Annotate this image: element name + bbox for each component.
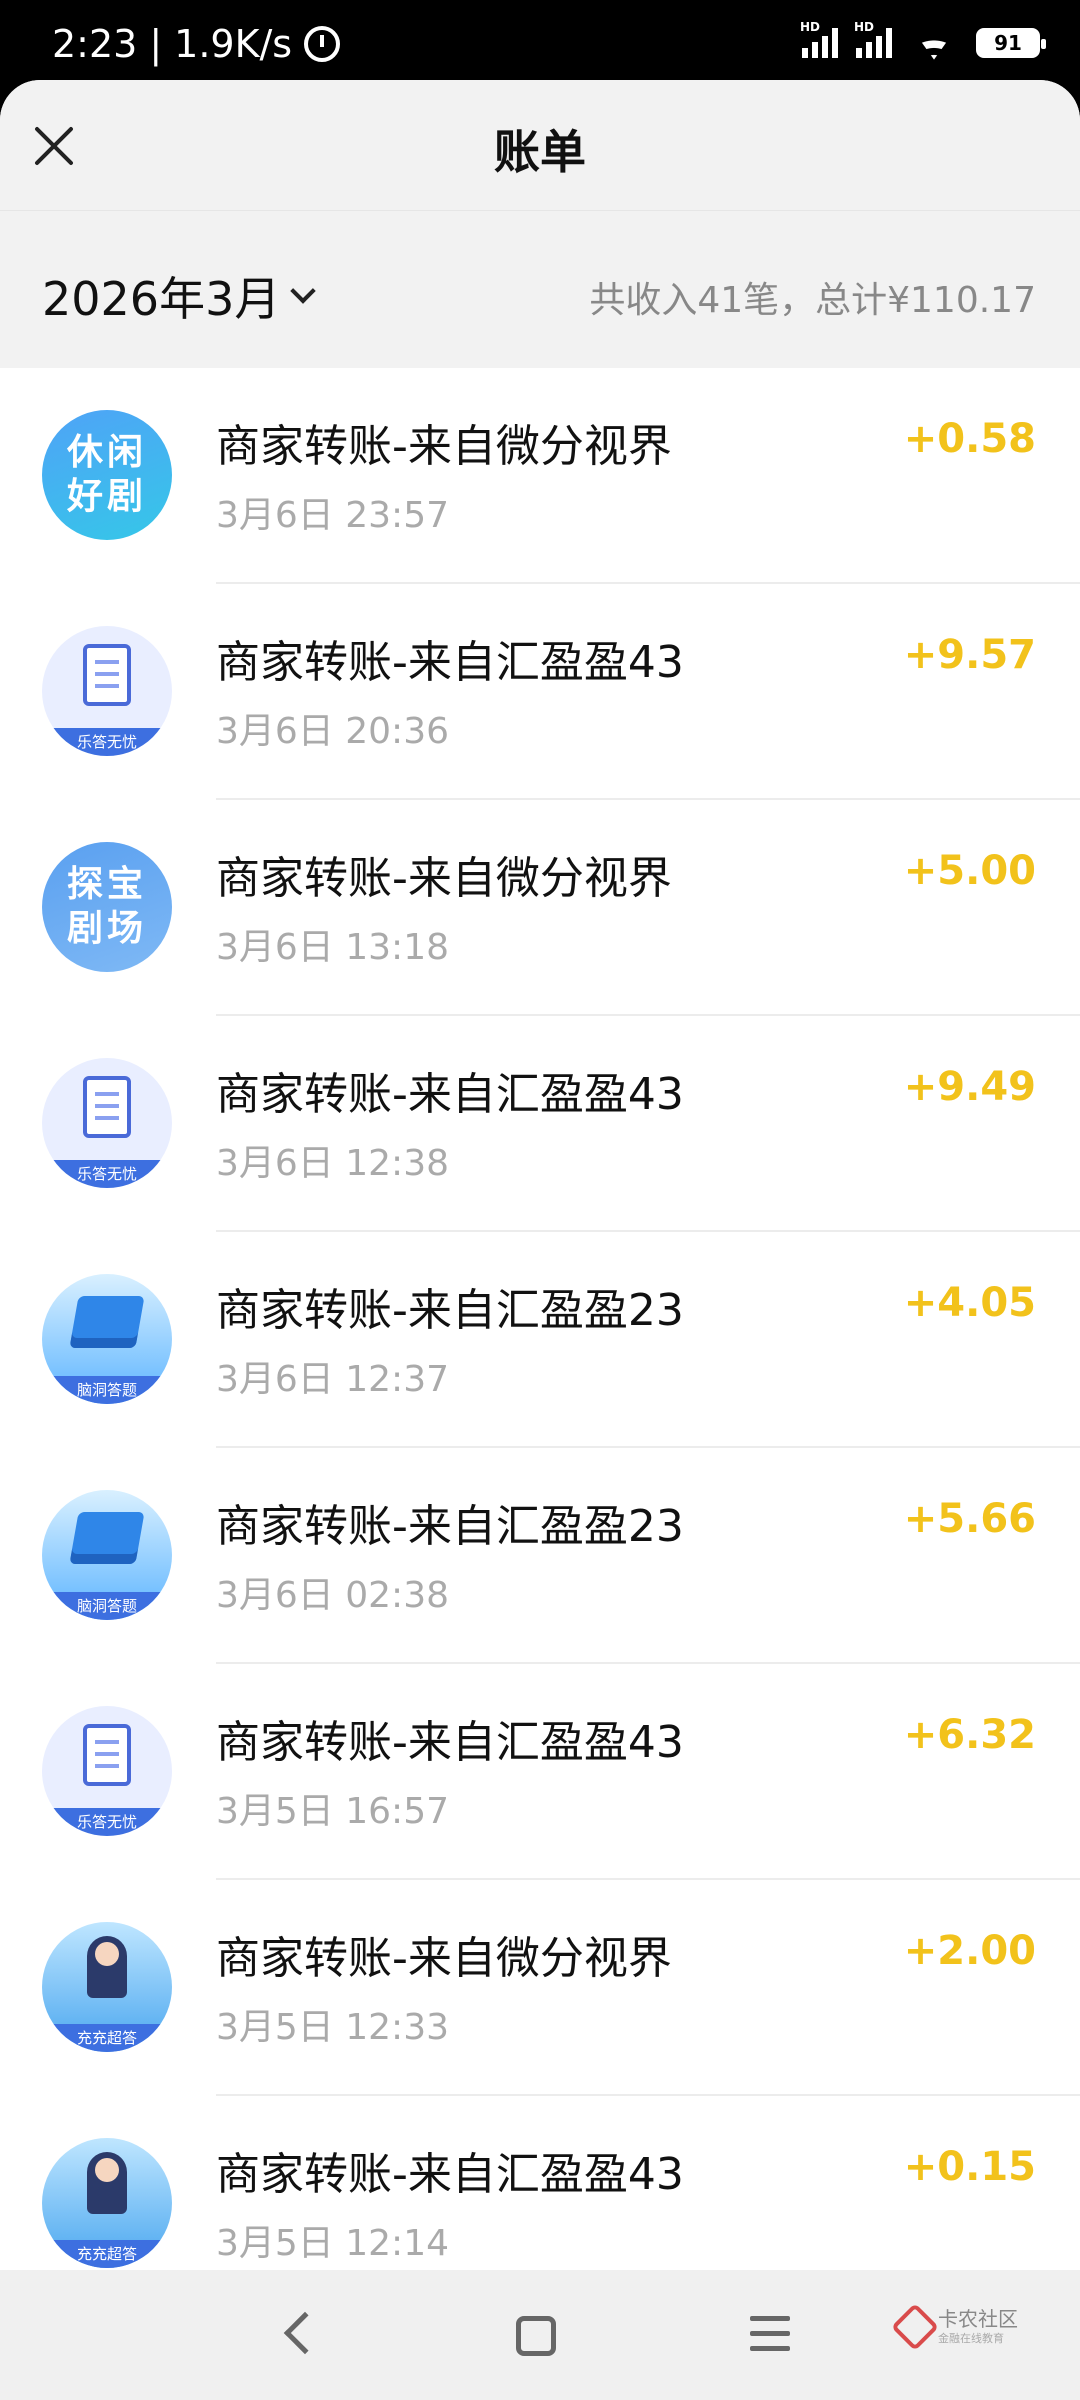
avatar-label: 乐答无忧 — [42, 728, 172, 756]
transaction-title: 商家转账-来自微分视界 — [216, 421, 672, 472]
income-total: 共收入41笔，总计¥110.17 — [589, 280, 1036, 321]
avatar-label: 脑洞答题 — [42, 1376, 172, 1404]
avatar-label: 乐答无忧 — [42, 1808, 172, 1836]
avatar: 乐答无忧 — [42, 1706, 172, 1836]
transaction-amount: +0.58 — [903, 416, 1036, 462]
girl-figure-icon — [87, 1936, 127, 1998]
transaction-time: 3月5日 12:33 — [216, 2007, 449, 2048]
month-summary: 2026年3月 共收入41笔，总计¥110.17 — [0, 210, 1080, 368]
menu-icon[interactable] — [750, 2316, 790, 2356]
status-left: 2:23 | 1.9K/s — [52, 22, 341, 66]
avatar: 脑洞答题 — [42, 1490, 172, 1620]
transaction-title: 商家转账-来自汇盈盈23 — [216, 1501, 684, 1552]
transaction-row[interactable]: 探宝剧场 商家转账-来自微分视界 3月6日 13:18 +5.00 — [0, 800, 1080, 1016]
avatar-text: 休闲好剧 — [66, 432, 147, 517]
battery-icon: 91 — [976, 28, 1046, 58]
transaction-time: 3月6日 12:37 — [216, 1359, 449, 1400]
transaction-time: 3月6日 02:38 — [216, 1575, 449, 1616]
alarm-icon — [304, 26, 341, 62]
avatar-label: 充充超答 — [42, 2024, 172, 2052]
hd-label-2: HD — [854, 20, 875, 34]
signal-icon-1: HD — [800, 20, 838, 58]
signal-icon-2: HD — [854, 20, 892, 58]
avatar: 乐答无忧 — [42, 1058, 172, 1188]
avatar: 乐答无忧 — [42, 626, 172, 756]
wifi-icon — [910, 26, 958, 60]
clipboard-icon — [83, 1076, 131, 1138]
transaction-row[interactable]: 充充超答 商家转账-来自汇盈盈43 3月5日 12:14 +0.15 — [0, 2096, 1080, 2270]
status-bar: 2:23 | 1.9K/s HD HD 91 — [0, 0, 1080, 80]
transaction-row[interactable]: 充充超答 商家转账-来自微分视界 3月5日 12:33 +2.00 — [0, 1880, 1080, 2096]
transaction-amount: +4.05 — [903, 1280, 1036, 1326]
avatar: 充充超答 — [42, 2138, 172, 2268]
transaction-title: 商家转账-来自微分视界 — [216, 853, 672, 904]
transaction-row[interactable]: 休闲好剧 商家转账-来自微分视界 3月6日 23:57 +0.58 — [0, 368, 1080, 584]
transaction-title: 商家转账-来自汇盈盈43 — [216, 2149, 684, 2200]
watermark-logo-icon — [890, 2302, 940, 2352]
watermark-text: 卡农社区 金融在线教育 — [938, 2308, 1018, 2346]
transaction-time: 3月6日 20:36 — [216, 711, 449, 752]
transaction-title: 商家转账-来自微分视界 — [216, 1933, 672, 1984]
network-speed: 1.9K/s — [174, 22, 293, 66]
watermark-subtitle: 金融在线教育 — [938, 2332, 1004, 2345]
clipboard-icon — [83, 1724, 131, 1786]
transaction-amount: +9.49 — [903, 1064, 1036, 1110]
transaction-time: 3月5日 16:57 — [216, 1791, 449, 1832]
watermark-name: 卡农社区 — [938, 2307, 1018, 2331]
transaction-row[interactable]: 乐答无忧 商家转账-来自汇盈盈43 3月5日 16:57 +6.32 — [0, 1664, 1080, 1880]
avatar: 探宝剧场 — [42, 842, 172, 972]
transaction-time: 3月6日 13:18 — [216, 927, 449, 968]
status-right: HD HD 91 — [800, 20, 1046, 60]
book-icon — [69, 1512, 145, 1564]
transaction-amount: +2.00 — [903, 1928, 1036, 1974]
month-label: 2026年3月 — [42, 272, 281, 326]
home-icon[interactable] — [516, 2316, 556, 2356]
chevron-down-icon — [290, 278, 317, 304]
month-selector[interactable]: 2026年3月 — [42, 263, 317, 329]
transaction-title: 商家转账-来自汇盈盈23 — [216, 1285, 684, 1336]
transaction-time: 3月6日 23:57 — [216, 495, 449, 536]
girl-figure-icon — [87, 2152, 127, 2214]
transaction-row[interactable]: 乐答无忧 商家转账-来自汇盈盈43 3月6日 20:36 +9.57 — [0, 584, 1080, 800]
back-icon[interactable] — [283, 2311, 327, 2355]
avatar: 充充超答 — [42, 1922, 172, 2052]
transaction-amount: +5.66 — [903, 1496, 1036, 1542]
avatar: 脑洞答题 — [42, 1274, 172, 1404]
bill-sheet: 账单 2026年3月 共收入41笔，总计¥110.17 休闲好剧 商家转账-来自… — [0, 80, 1080, 2270]
avatar-label: 脑洞答题 — [42, 1592, 172, 1620]
transaction-row[interactable]: 脑洞答题 商家转账-来自汇盈盈23 3月6日 12:37 +4.05 — [0, 1232, 1080, 1448]
transaction-time: 3月6日 12:38 — [216, 1143, 449, 1184]
transaction-amount: +6.32 — [903, 1712, 1036, 1758]
transaction-title: 商家转账-来自汇盈盈43 — [216, 1069, 684, 1120]
book-icon — [69, 1296, 145, 1348]
page-title: 账单 — [494, 125, 586, 179]
transaction-list: 休闲好剧 商家转账-来自微分视界 3月6日 23:57 +0.58 乐答无忧 商… — [0, 368, 1080, 2270]
transaction-row[interactable]: 乐答无忧 商家转账-来自汇盈盈43 3月6日 12:38 +9.49 — [0, 1016, 1080, 1232]
navigation-bar: 卡农社区 金融在线教育 — [0, 2270, 1080, 2400]
status-time: 2:23 — [52, 22, 138, 66]
avatar-label: 乐答无忧 — [42, 1160, 172, 1188]
hd-label-1: HD — [800, 20, 821, 34]
transaction-amount: +9.57 — [903, 632, 1036, 678]
transaction-row[interactable]: 脑洞答题 商家转账-来自汇盈盈23 3月6日 02:38 +5.66 — [0, 1448, 1080, 1664]
clipboard-icon — [83, 644, 131, 706]
transaction-amount: +5.00 — [903, 848, 1036, 894]
avatar: 休闲好剧 — [42, 410, 172, 540]
transaction-title: 商家转账-来自汇盈盈43 — [216, 637, 684, 688]
avatar-text: 探宝剧场 — [66, 864, 147, 949]
transaction-title: 商家转账-来自汇盈盈43 — [216, 1717, 684, 1768]
transaction-time: 3月5日 12:14 — [216, 2223, 449, 2264]
status-separator: | — [149, 22, 163, 66]
transaction-amount: +0.15 — [903, 2144, 1036, 2190]
watermark: 卡农社区 金融在线教育 — [890, 2302, 1018, 2352]
avatar-label: 充充超答 — [42, 2240, 172, 2268]
title-bar: 账单 — [0, 80, 1080, 210]
